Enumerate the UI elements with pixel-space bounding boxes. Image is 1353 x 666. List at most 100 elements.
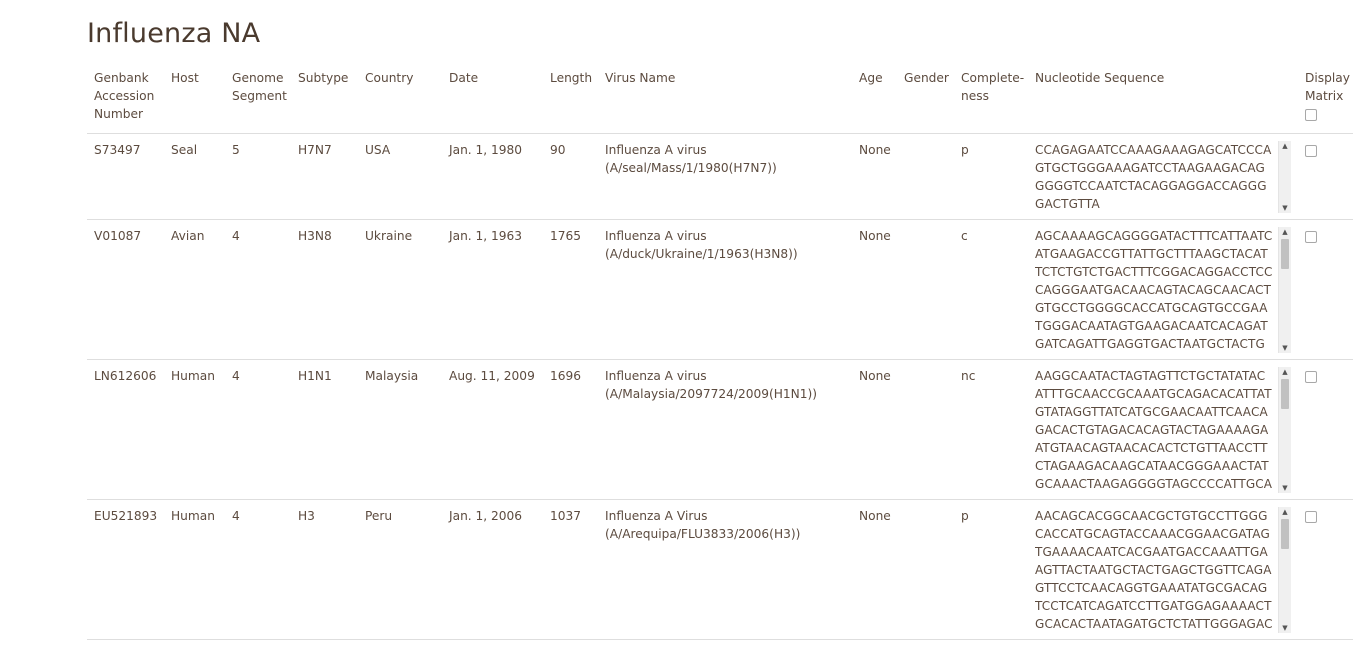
cell-host: Human (164, 499, 225, 640)
cell-subtype: H1N1 (291, 359, 358, 500)
cell-country: Peru (358, 499, 442, 640)
cell-host: Avian (164, 219, 225, 360)
cell-sequence: AAGGCAATACTAGTAGTTCTGCTATATACATTTGCAACCG… (1028, 359, 1298, 500)
cell-display-matrix (1298, 133, 1353, 220)
scroll-down-icon[interactable]: ▼ (1279, 483, 1291, 493)
col-host: Host (164, 64, 225, 134)
cell-length: 1765 (543, 219, 598, 360)
cell-length: 1037 (543, 499, 598, 640)
scroll-up-icon[interactable]: ▲ (1279, 367, 1291, 377)
table-row: EU521893 Human 4 H3 Peru Jan. 1, 2006 10… (87, 499, 1353, 640)
col-age: Age (852, 64, 897, 134)
scroll-down-icon[interactable]: ▼ (1279, 343, 1291, 353)
scroll-thumb[interactable] (1281, 519, 1289, 549)
cell-display-matrix (1298, 499, 1353, 640)
cell-gender (897, 359, 954, 500)
sequence-textarea[interactable]: AGCAAAAGCAGGGGATACTTTCATTAATCATGAAGACCGT… (1035, 227, 1291, 353)
row-checkbox[interactable] (1305, 511, 1317, 523)
col-accession: Genbank Accession Number (87, 64, 164, 134)
table-row: LN612606 Human 4 H1N1 Malaysia Aug. 11, … (87, 359, 1353, 500)
col-virus-name: Virus Name (598, 64, 852, 134)
cell-gender (897, 219, 954, 360)
cell-segment: 4 (225, 499, 291, 640)
sequence-text: AACAGCACGGCAACGCTGTGCCTTGGGCACCATGCAGTAC… (1035, 509, 1273, 631)
cell-accession: LN612606 (87, 359, 164, 500)
cell-accession: EU521893 (87, 499, 164, 640)
cell-segment: 4 (225, 359, 291, 500)
col-length: Length (543, 64, 598, 134)
sequence-textarea[interactable]: CCAGAGAATCCAAAGAAAGAGCATCCCAGTGCTGGGAAAG… (1035, 141, 1291, 213)
cell-sequence: AGCAAAAGCAGGGGATACTTTCATTAATCATGAAGACCGT… (1028, 219, 1298, 360)
cell-length: 90 (543, 133, 598, 220)
sequence-scrollbar[interactable]: ▲ ▼ (1278, 227, 1291, 353)
cell-accession: V01087 (87, 219, 164, 360)
cell-host: Seal (164, 133, 225, 220)
col-display-matrix: Display Matrix (1298, 64, 1353, 134)
table-row: V01087 Avian 4 H3N8 Ukraine Jan. 1, 1963… (87, 219, 1353, 360)
cell-virus-name: Influenza A Virus (A/Arequipa/FLU3833/20… (598, 499, 852, 640)
col-gender: Gender (897, 64, 954, 134)
cell-country: Malaysia (358, 359, 442, 500)
scroll-thumb[interactable] (1281, 379, 1289, 409)
display-matrix-label: Display Matrix (1305, 71, 1350, 103)
page-title: Influenza NA (87, 18, 261, 49)
col-completeness: Complete-ness (954, 64, 1028, 134)
col-segment: Genome Segment (225, 64, 291, 134)
col-date: Date (442, 64, 543, 134)
cell-date: Aug. 11, 2009 (442, 359, 543, 500)
cell-date: Jan. 1, 1980 (442, 133, 543, 220)
row-checkbox[interactable] (1305, 231, 1317, 243)
cell-display-matrix (1298, 219, 1353, 360)
sequence-scrollbar[interactable]: ▲ ▼ (1278, 507, 1291, 633)
sequence-scrollbar[interactable]: ▲ ▼ (1278, 141, 1291, 213)
cell-gender (897, 133, 954, 220)
cell-host: Human (164, 359, 225, 500)
cell-segment: 4 (225, 219, 291, 360)
select-all-checkbox[interactable] (1305, 109, 1317, 121)
sequence-text: AGCAAAAGCAGGGGATACTTTCATTAATCATGAAGACCGT… (1035, 229, 1273, 351)
col-subtype: Subtype (291, 64, 358, 134)
cell-completeness: p (954, 133, 1028, 220)
sequence-scrollbar[interactable]: ▲ ▼ (1278, 367, 1291, 493)
scroll-down-icon[interactable]: ▼ (1279, 623, 1291, 633)
cell-age: None (852, 133, 897, 220)
table-header-row: Genbank Accession Number Host Genome Seg… (87, 64, 1353, 134)
cell-completeness: c (954, 219, 1028, 360)
cell-subtype: H3 (291, 499, 358, 640)
cell-date: Jan. 1, 2006 (442, 499, 543, 640)
cell-virus-name: Influenza A virus (A/seal/Mass/1/1980(H7… (598, 133, 852, 220)
scroll-up-icon[interactable]: ▲ (1279, 227, 1291, 237)
scroll-down-icon[interactable]: ▼ (1279, 203, 1291, 213)
table-row: S73497 Seal 5 H7N7 USA Jan. 1, 1980 90 I… (87, 133, 1353, 220)
cell-age: None (852, 359, 897, 500)
sequence-textarea[interactable]: AAGGCAATACTAGTAGTTCTGCTATATACATTTGCAACCG… (1035, 367, 1291, 493)
cell-country: Ukraine (358, 219, 442, 360)
sequence-text: AAGGCAATACTAGTAGTTCTGCTATATACATTTGCAACCG… (1035, 369, 1273, 491)
scroll-up-icon[interactable]: ▲ (1279, 141, 1291, 151)
cell-date: Jan. 1, 1963 (442, 219, 543, 360)
cell-accession: S73497 (87, 133, 164, 220)
sequence-table: Genbank Accession Number Host Genome Seg… (87, 64, 1353, 640)
col-country: Country (358, 64, 442, 134)
cell-completeness: nc (954, 359, 1028, 500)
cell-virus-name: Influenza A virus (A/Malaysia/2097724/20… (598, 359, 852, 500)
cell-subtype: H3N8 (291, 219, 358, 360)
col-sequence: Nucleotide Sequence (1028, 64, 1298, 134)
cell-length: 1696 (543, 359, 598, 500)
cell-age: None (852, 219, 897, 360)
cell-age: None (852, 499, 897, 640)
cell-virus-name: Influenza A virus (A/duck/Ukraine/1/1963… (598, 219, 852, 360)
scroll-thumb[interactable] (1281, 239, 1289, 269)
cell-sequence: AACAGCACGGCAACGCTGTGCCTTGGGCACCATGCAGTAC… (1028, 499, 1298, 640)
cell-sequence: CCAGAGAATCCAAAGAAAGAGCATCCCAGTGCTGGGAAAG… (1028, 133, 1298, 220)
cell-display-matrix (1298, 359, 1353, 500)
sequence-text: CCAGAGAATCCAAAGAAAGAGCATCCCAGTGCTGGGAAAG… (1035, 143, 1272, 211)
cell-gender (897, 499, 954, 640)
cell-completeness: p (954, 499, 1028, 640)
sequence-textarea[interactable]: AACAGCACGGCAACGCTGTGCCTTGGGCACCATGCAGTAC… (1035, 507, 1291, 633)
cell-country: USA (358, 133, 442, 220)
cell-segment: 5 (225, 133, 291, 220)
row-checkbox[interactable] (1305, 371, 1317, 383)
scroll-up-icon[interactable]: ▲ (1279, 507, 1291, 517)
row-checkbox[interactable] (1305, 145, 1317, 157)
